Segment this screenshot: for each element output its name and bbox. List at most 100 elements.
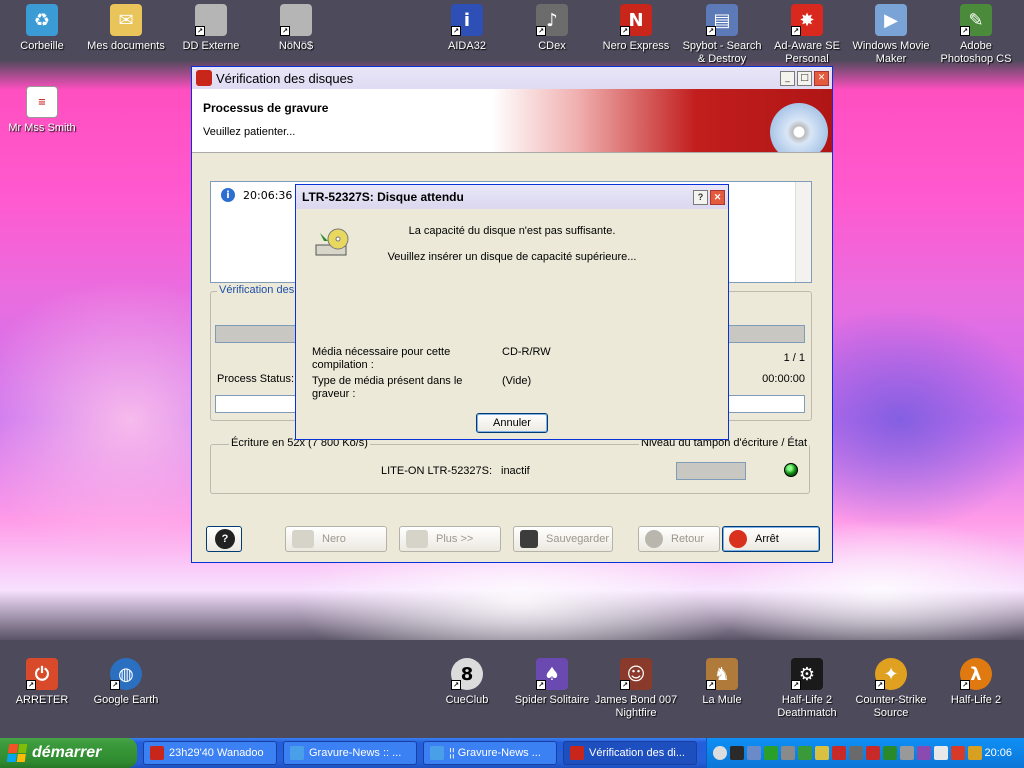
steam-tray-icon[interactable] bbox=[729, 746, 744, 760]
shortcut-arrow-icon: ↗ bbox=[280, 26, 290, 36]
system-tray: 20:06 bbox=[706, 738, 1024, 768]
shortcut-arrow-icon: ↗ bbox=[536, 680, 546, 690]
desktop-icon-label: ARRETER bbox=[15, 694, 69, 706]
shortcut-arrow-icon: ↗ bbox=[536, 26, 546, 36]
desktop-icon-label: Google Earth bbox=[93, 694, 159, 706]
firewall-tray-icon[interactable] bbox=[865, 746, 880, 760]
desktop-icon-movie-maker[interactable]: ▶ Windows Movie Maker bbox=[849, 4, 933, 66]
network-tray-icon[interactable] bbox=[746, 746, 761, 760]
desktop-icon-la-mule[interactable]: ♞ ↗ La Mule bbox=[680, 658, 764, 707]
cd-disc-icon bbox=[770, 103, 828, 152]
wanadoo-tray-icon[interactable] bbox=[967, 746, 982, 760]
taskbar-item-label: Gravure-News :: ... bbox=[309, 747, 402, 759]
taskbar-item-verification[interactable]: Vérification des di... bbox=[563, 741, 697, 765]
media-needed-value: CD-R/RW bbox=[502, 346, 551, 358]
dialog-close-button[interactable]: ✕ bbox=[710, 189, 725, 205]
log-scrollbar[interactable] bbox=[795, 182, 811, 282]
messenger-tray-icon[interactable] bbox=[916, 746, 931, 760]
emule-tray-icon[interactable] bbox=[882, 746, 897, 760]
play-tray-icon[interactable] bbox=[763, 746, 778, 760]
help-button[interactable]: ? bbox=[206, 526, 242, 552]
hard-drive-icon: ↗ bbox=[195, 4, 227, 36]
desktop-icon-photoshop[interactable]: ✎ ↗ Adobe Photoshop CS bbox=[934, 4, 1018, 66]
taskbar-item-gravure-news-1[interactable]: Gravure-News :: ... bbox=[283, 741, 417, 765]
banner-title: Processus de gravure bbox=[203, 101, 329, 115]
desktop-icon-half-life-2[interactable]: λ ↗ Half-Life 2 bbox=[934, 658, 1018, 707]
elapsed-time: 00:00:00 bbox=[762, 373, 805, 385]
desktop-icon-adaware[interactable]: ✸ ↗ Ad-Aware SE Personal bbox=[765, 4, 849, 66]
nero-button-label: Nero bbox=[322, 533, 346, 545]
desktop-icon-aida32[interactable]: i ↗ AIDA32 bbox=[425, 4, 509, 53]
maximize-button[interactable]: □ bbox=[797, 70, 812, 86]
mail-tray-icon[interactable] bbox=[933, 746, 948, 760]
status-led-icon bbox=[784, 463, 798, 477]
desktop-icon-nero-express[interactable]: N ↗ Nero Express bbox=[594, 4, 678, 53]
desktop-icon-label: Mes documents bbox=[87, 40, 165, 52]
update-tray-icon[interactable] bbox=[797, 746, 812, 760]
desktop-icon-google-earth[interactable]: ◍ ↗ Google Earth bbox=[84, 658, 168, 707]
cancel-button[interactable]: Annuler bbox=[476, 413, 548, 433]
verification-group-label: Vérification des d bbox=[217, 284, 306, 296]
shortcut-arrow-icon: ↗ bbox=[960, 26, 970, 36]
tray-expand-icon[interactable] bbox=[713, 746, 727, 760]
desktop-icon-mr-mss-smith[interactable]: ≡ Mr Mss Smith bbox=[0, 86, 84, 135]
taskbar-item-label: Vérification des di... bbox=[589, 747, 685, 759]
process-status-label: Process Status: bbox=[217, 373, 295, 385]
desktop-icon-hl2-deathmatch[interactable]: ⚙ ↗ Half-Life 2 Deathmatch bbox=[765, 658, 849, 720]
nvidia-tray-icon[interactable] bbox=[814, 746, 829, 760]
antivirus-tray-icon[interactable] bbox=[831, 746, 846, 760]
shortcut-arrow-icon: ↗ bbox=[26, 680, 36, 690]
stop-button[interactable]: Arrêt bbox=[722, 526, 820, 552]
back-button[interactable]: Retour bbox=[638, 526, 720, 552]
dialog-message-line1: La capacité du disque n'est pas suffisan… bbox=[408, 225, 616, 237]
desktop-icon-cdex[interactable]: ♪ ↗ CDex bbox=[510, 4, 594, 53]
dialog-help-button[interactable]: ? bbox=[693, 189, 708, 205]
shortcut-arrow-icon: ↗ bbox=[960, 680, 970, 690]
security-tray-icon[interactable] bbox=[780, 746, 795, 760]
nero-button[interactable]: Nero bbox=[285, 526, 387, 552]
close-button[interactable]: ✕ bbox=[814, 70, 829, 86]
save-button[interactable]: Sauvegarder bbox=[513, 526, 613, 552]
desktop-icon-james-bond[interactable]: ☺ ↗ James Bond 007 Nightfire bbox=[594, 658, 678, 720]
start-label: démarrer bbox=[32, 744, 102, 761]
shortcut-arrow-icon: ↗ bbox=[791, 680, 801, 690]
emule-icon: ♞ ↗ bbox=[706, 658, 738, 690]
desktop-icon-nono[interactable]: ↗ NöNö$ bbox=[254, 4, 338, 53]
dialog-titlebar[interactable]: LTR-52327S: Disque attendu ? ✕ bbox=[296, 185, 728, 209]
desktop-icon-counter-strike[interactable]: ✦ ↗ Counter-Strike Source bbox=[849, 658, 933, 720]
desktop-icon-dd-externe[interactable]: ↗ DD Externe bbox=[169, 4, 253, 53]
count-label: 1 / 1 bbox=[783, 352, 805, 364]
movie-maker-icon: ▶ bbox=[875, 4, 907, 36]
shortcut-arrow-icon: ↗ bbox=[110, 680, 120, 690]
start-button[interactable]: démarrer bbox=[0, 738, 137, 768]
windows-logo-icon bbox=[6, 744, 28, 762]
cdex-icon: ♪ ↗ bbox=[536, 4, 568, 36]
nero-icon: N ↗ bbox=[620, 4, 652, 36]
shortcut-arrow-icon: ↗ bbox=[620, 680, 630, 690]
nero-icon bbox=[570, 746, 584, 760]
desktop-icon-arreter[interactable]: ⏻ ↗ ARRETER bbox=[0, 658, 84, 707]
window-titlebar[interactable]: Vérification des disques _ □ ✕ bbox=[192, 67, 832, 89]
volume-tray-icon[interactable] bbox=[848, 746, 863, 760]
counter-strike-icon: ✦ ↗ bbox=[875, 658, 907, 690]
desktop-icon-label: Nero Express bbox=[602, 40, 670, 52]
printer-tray-icon[interactable] bbox=[899, 746, 914, 760]
more-button[interactable]: Plus >> bbox=[399, 526, 501, 552]
taskbar-item-gravure-news-2[interactable]: ¦¦ Gravure-News ... bbox=[423, 741, 557, 765]
desktop-icon-mes-documents[interactable]: ✉ Mes documents bbox=[84, 4, 168, 53]
minimize-button[interactable]: _ bbox=[780, 70, 795, 86]
desktop-icon-label: Counter-Strike Source bbox=[855, 694, 927, 719]
desktop-icon-spider-solitaire[interactable]: ♠ ↗ Spider Solitaire bbox=[510, 658, 594, 707]
desktop-icon-cueclub[interactable]: 8 ↗ CueClub bbox=[425, 658, 509, 707]
desktop-icon-spybot[interactable]: ▤ ↗ Spybot - Search & Destroy bbox=[680, 4, 764, 66]
more-button-label: Plus >> bbox=[436, 533, 474, 545]
desktop-icon-corbeille[interactable]: ♻ Corbeille bbox=[0, 4, 84, 53]
media-needed-label: Média nécessaire pour cette compilation … bbox=[312, 346, 451, 371]
back-arrow-icon bbox=[645, 530, 663, 548]
shortcut-arrow-icon: ↗ bbox=[791, 26, 801, 36]
banner: Processus de gravure Veuillez patienter.… bbox=[192, 89, 832, 153]
antispam-tray-icon[interactable] bbox=[950, 746, 965, 760]
taskbar-item-wanadoo[interactable]: 23h29'40 Wanadoo bbox=[143, 741, 277, 765]
james-bond-icon: ☺ ↗ bbox=[620, 658, 652, 690]
clock[interactable]: 20:06 bbox=[985, 747, 1013, 759]
